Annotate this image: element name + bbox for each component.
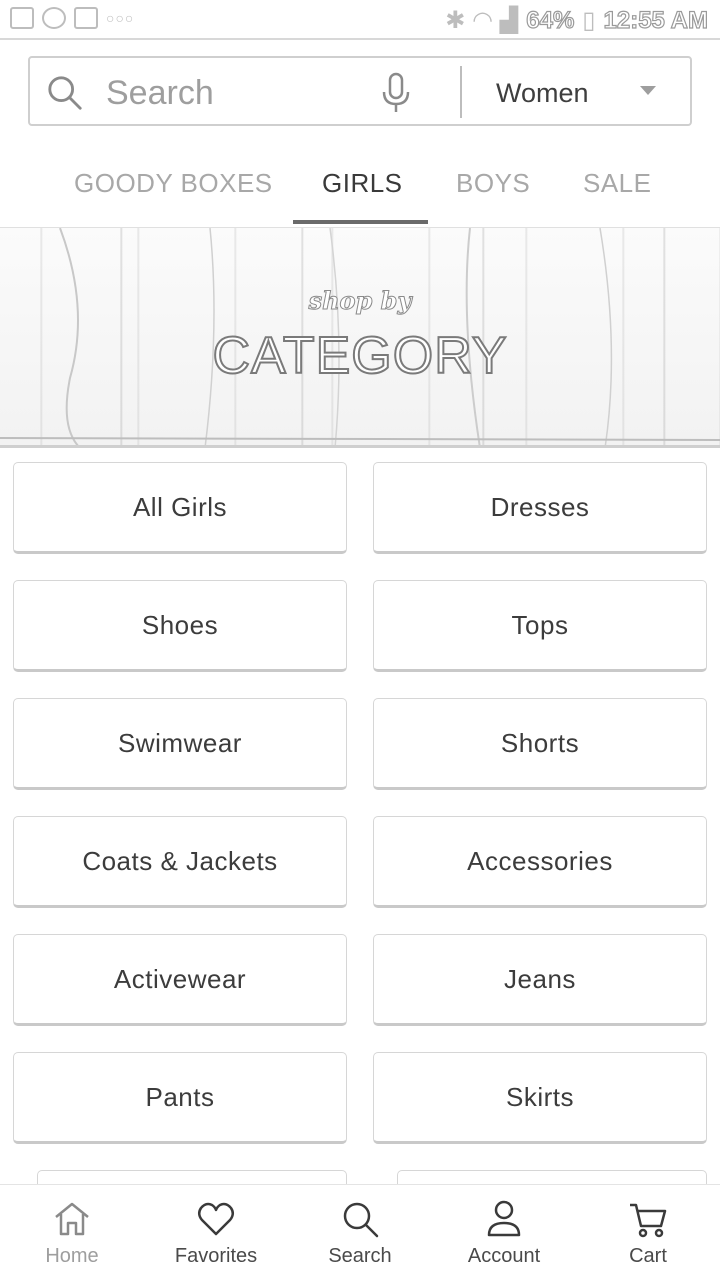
system-icons: ✱ ◠ ▟ 64% ▯ 12:55 AM xyxy=(445,6,708,35)
account-icon xyxy=(487,1200,521,1237)
status-bar: ○○○ ✱ ◠ ▟ 64% ▯ 12:55 AM xyxy=(0,0,720,40)
voicemail-icon: ○○○ xyxy=(106,10,135,26)
tab-boys[interactable]: BOYS xyxy=(456,168,530,199)
category-button-jeans[interactable]: Jeans xyxy=(373,934,707,1026)
category-button-swimwear[interactable]: Swimwear xyxy=(13,698,347,790)
active-tab-indicator xyxy=(293,220,428,224)
search-divider xyxy=(460,66,462,118)
department-select[interactable]: Women xyxy=(496,78,589,109)
home-icon xyxy=(55,1202,89,1236)
heart-icon xyxy=(198,1202,234,1236)
search-icon xyxy=(343,1202,379,1238)
microphone-icon[interactable] xyxy=(380,72,412,114)
bluetooth-icon: ✱ xyxy=(445,7,466,34)
search-icon xyxy=(48,76,82,110)
category-button-shoes[interactable]: Shoes xyxy=(13,580,347,672)
wifi-icon: ◠ xyxy=(473,7,492,34)
battery-icon: ▯ xyxy=(582,7,596,34)
mail-icon xyxy=(74,7,98,29)
banner-title: CATEGORY xyxy=(211,326,508,386)
nav-account[interactable]: Account xyxy=(432,1185,576,1280)
clock: 12:55 AM xyxy=(603,6,709,34)
banner-subtitle: shop by xyxy=(308,286,412,316)
signal-icon: ▟ xyxy=(499,7,519,34)
category-button-coats-jackets[interactable]: Coats & Jackets xyxy=(13,816,347,908)
notification-icons: ○○○ xyxy=(10,7,134,29)
search-input[interactable]: Search xyxy=(106,74,214,113)
nav-search-label: Search xyxy=(328,1245,392,1267)
tab-sale[interactable]: SALE xyxy=(583,168,652,199)
shop-by-category-banner: shop by CATEGORY xyxy=(0,228,720,448)
chevron-down-icon[interactable] xyxy=(640,86,656,95)
tab-goody-boxes[interactable]: GOODY BOXES xyxy=(74,168,273,199)
category-tabs: GOODY BOXES GIRLS BOYS SALE xyxy=(0,150,720,228)
nav-cart[interactable]: Cart xyxy=(576,1185,720,1280)
pinwheel-icon xyxy=(42,7,66,29)
photo-icon xyxy=(10,7,34,29)
category-button-tops[interactable]: Tops xyxy=(373,580,707,672)
nav-home[interactable]: Home xyxy=(0,1185,144,1280)
category-button-skirts[interactable]: Skirts xyxy=(373,1052,707,1144)
cart-icon xyxy=(630,1203,667,1238)
nav-account-label: Account xyxy=(467,1245,541,1267)
battery-percent: 64% xyxy=(526,6,575,34)
search-bar[interactable]: Search Women xyxy=(28,56,692,126)
nav-home-label: Home xyxy=(45,1245,99,1267)
category-button-pants[interactable]: Pants xyxy=(13,1052,347,1144)
nav-favorites[interactable]: Favorites xyxy=(144,1185,288,1280)
category-button-accessories[interactable]: Accessories xyxy=(373,816,707,908)
category-button-all-girls[interactable]: All Girls xyxy=(13,462,347,554)
nav-cart-label: Cart xyxy=(629,1245,667,1267)
category-button-activewear[interactable]: Activewear xyxy=(13,934,347,1026)
nav-favorites-label: Favorites xyxy=(174,1245,258,1267)
tab-girls[interactable]: GIRLS xyxy=(322,168,403,199)
nav-search[interactable]: Search xyxy=(288,1185,432,1280)
bottom-navigation: Home Favorites Search Account Cart xyxy=(0,1184,720,1280)
category-button-dresses[interactable]: Dresses xyxy=(373,462,707,554)
category-button-shorts[interactable]: Shorts xyxy=(373,698,707,790)
